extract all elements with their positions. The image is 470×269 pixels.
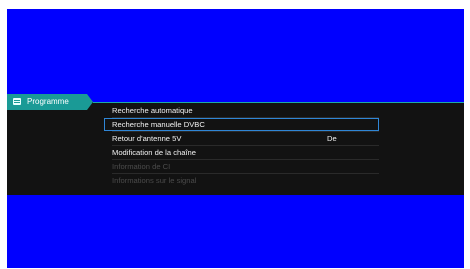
sidebar-tab-label: Programme bbox=[27, 97, 69, 106]
menu-item-label: Information de CI bbox=[112, 162, 171, 171]
menu-item-label: Modification de la chaîne bbox=[112, 148, 197, 157]
tv-screen: Programme Recherche automatique Recherch… bbox=[7, 9, 464, 268]
menu-item-label: Informations sur le signal bbox=[112, 176, 197, 185]
menu-item-recherche-automatique[interactable]: Recherche automatique bbox=[104, 104, 379, 117]
menu-item-recherche-manuelle-dvbc[interactable]: Recherche manuelle DVBC bbox=[104, 118, 379, 131]
menu-item-informations-signal: Informations sur le signal bbox=[104, 174, 379, 187]
menu-item-value: De bbox=[327, 134, 337, 143]
settings-menu: Recherche automatique Recherche manuelle… bbox=[104, 104, 379, 187]
menu-item-modification-chaine[interactable]: Modification de la chaîne bbox=[104, 146, 379, 159]
menu-item-retour-antenne-5v[interactable]: Retour d'antenne 5V De bbox=[104, 132, 379, 145]
list-icon bbox=[13, 98, 21, 105]
sidebar-tab-programme[interactable]: Programme bbox=[7, 94, 93, 110]
menu-item-label: Retour d'antenne 5V bbox=[112, 134, 182, 143]
menu-item-label: Recherche automatique bbox=[112, 106, 193, 115]
menu-item-label: Recherche manuelle DVBC bbox=[112, 120, 205, 129]
menu-item-information-ci: Information de CI bbox=[104, 160, 379, 173]
accent-divider bbox=[93, 102, 464, 103]
